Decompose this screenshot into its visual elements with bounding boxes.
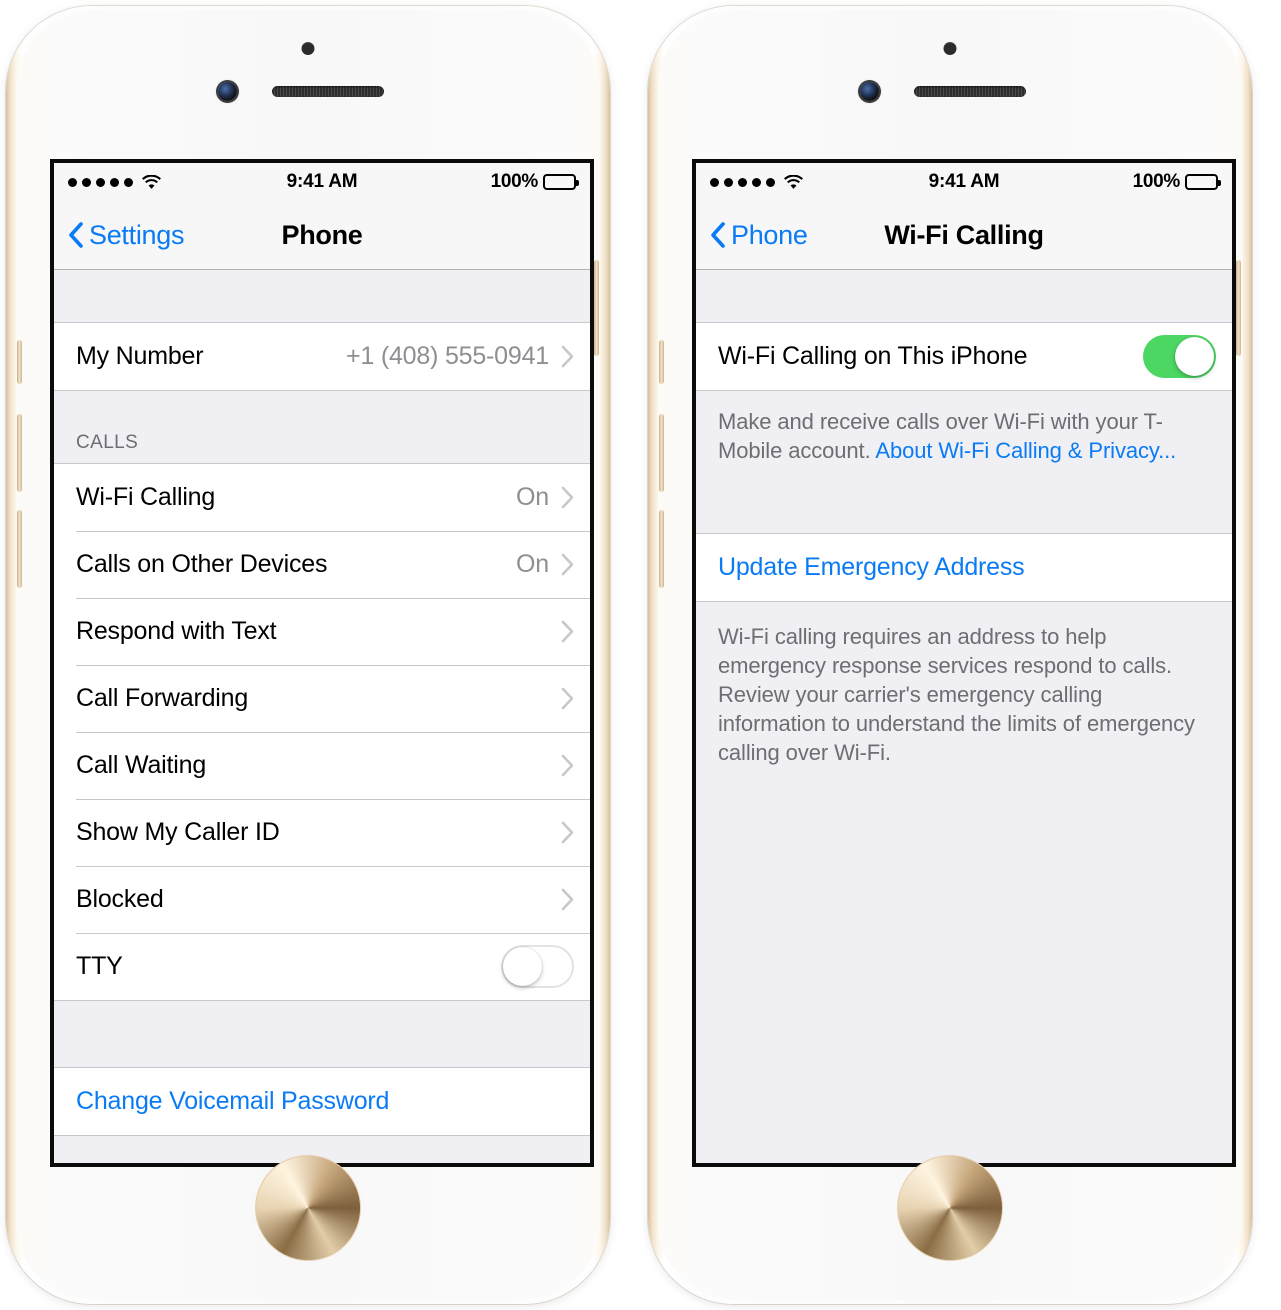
group-my-number: My Number +1 (408) 555-0941 <box>54 322 590 391</box>
volume-up-button-right[interactable] <box>659 414 664 492</box>
group-emergency-address: Update Emergency Address <box>696 533 1232 603</box>
home-button-right[interactable] <box>898 1156 1002 1260</box>
row-value: On <box>516 550 549 578</box>
back-button-settings[interactable]: Settings <box>54 220 184 251</box>
screenshot-stage: 9:41 AM 100% Settings Phone My Number +1… <box>0 0 1281 1310</box>
row-label: Wi-Fi Calling on This iPhone <box>718 342 1028 370</box>
battery-percent-label: 100% <box>490 171 539 192</box>
tty-toggle[interactable] <box>501 945 574 988</box>
row-respond-with-text[interactable]: Respond with Text <box>54 598 590 665</box>
row-value: On <box>516 483 549 511</box>
chevron-right-icon <box>561 687 574 710</box>
row-update-emergency-address[interactable]: Update Emergency Address <box>696 534 1232 602</box>
chevron-right-icon <box>561 888 574 911</box>
row-label: Respond with Text <box>76 617 277 645</box>
home-button-left[interactable] <box>256 1156 360 1260</box>
spacer-before-emergency-address <box>696 485 1232 534</box>
navigation-bar-left: Settings Phone <box>54 201 590 270</box>
phone-screen-right: 9:41 AM 100% Phone Wi-Fi Calling Wi-Fi C… <box>692 159 1236 1167</box>
power-button-left[interactable] <box>594 260 599 356</box>
volume-down-button-left[interactable] <box>17 510 22 588</box>
chevron-left-icon <box>711 222 725 248</box>
front-camera-icon <box>218 82 237 101</box>
row-value: +1 (408) 555-0941 <box>345 342 549 370</box>
row-label: My Number <box>76 342 204 370</box>
row-label: Call Forwarding <box>76 684 249 712</box>
row-label: Wi-Fi Calling <box>76 483 216 511</box>
home-button-area-right <box>658 1150 1242 1300</box>
row-wifi-calling-on-this-iphone[interactable]: Wi-Fi Calling on This iPhone <box>696 323 1232 390</box>
footer-note-emergency-address: Wi-Fi calling requires an address to hel… <box>696 602 1232 788</box>
chevron-left-icon <box>69 222 83 248</box>
back-button-phone[interactable]: Phone <box>696 220 808 251</box>
row-calls-on-other-devices[interactable]: Calls on Other Devices On <box>54 531 590 598</box>
mute-switch-right[interactable] <box>659 340 664 384</box>
chevron-right-icon <box>561 486 574 509</box>
iphone-device-left: 9:41 AM 100% Settings Phone My Number +1… <box>6 6 610 1304</box>
volume-up-button-left[interactable] <box>17 414 22 492</box>
status-bar-right-cluster: 100% <box>1132 171 1221 193</box>
navigation-bar-right: Phone Wi-Fi Calling <box>696 201 1232 270</box>
battery-full-icon <box>543 174 579 190</box>
top-spacer-right <box>696 270 1232 322</box>
row-label: Call Waiting <box>76 751 207 779</box>
status-bar-right-cluster: 100% <box>490 171 579 193</box>
about-wifi-calling-privacy-link[interactable]: About Wi-Fi Calling & Privacy... <box>875 438 1176 463</box>
chevron-right-icon <box>561 345 574 368</box>
chevron-right-icon <box>561 754 574 777</box>
row-label: Update Emergency Address <box>718 553 1025 582</box>
row-wifi-calling[interactable]: Wi-Fi Calling On <box>54 464 590 531</box>
device-front-panel-right: 9:41 AM 100% Phone Wi-Fi Calling Wi-Fi C… <box>658 10 1242 1300</box>
phone-screen-left: 9:41 AM 100% Settings Phone My Number +1… <box>50 159 594 1167</box>
settings-list-left: My Number +1 (408) 555-0941 CALLS Wi-Fi … <box>54 270 590 1163</box>
spacer-before-voicemail <box>54 1001 590 1067</box>
row-call-waiting[interactable]: Call Waiting <box>54 732 590 799</box>
group-calls: Wi-Fi Calling On Calls on Other Devices … <box>54 463 590 1001</box>
chevron-right-icon <box>561 821 574 844</box>
back-button-label: Phone <box>731 219 808 250</box>
power-button-right[interactable] <box>1236 260 1241 356</box>
home-button-area-left <box>16 1150 600 1300</box>
section-header-calls: CALLS <box>54 391 590 463</box>
top-spacer-left <box>54 270 590 322</box>
chevron-right-icon <box>561 620 574 643</box>
back-button-label: Settings <box>89 219 185 250</box>
row-show-my-caller-id[interactable]: Show My Caller ID <box>54 799 590 866</box>
battery-full-icon <box>1185 174 1221 190</box>
row-tty[interactable]: TTY <box>54 933 590 1000</box>
group-wifi-calling-toggle: Wi-Fi Calling on This iPhone <box>696 322 1232 391</box>
proximity-sensor-icon <box>943 42 957 55</box>
row-label: Calls on Other Devices <box>76 550 328 578</box>
earpiece-speaker-icon <box>272 86 384 97</box>
status-bar-left: 9:41 AM 100% <box>54 163 590 201</box>
battery-percent-label: 100% <box>1132 171 1181 192</box>
row-label: Blocked <box>76 885 164 913</box>
group-voicemail: Change Voicemail Password <box>54 1067 590 1136</box>
wifi-calling-toggle[interactable] <box>1143 335 1216 378</box>
device-front-panel-left: 9:41 AM 100% Settings Phone My Number +1… <box>16 10 600 1300</box>
settings-list-right: Wi-Fi Calling on This iPhone Make and re… <box>696 270 1232 1163</box>
volume-down-button-right[interactable] <box>659 510 664 588</box>
proximity-sensor-icon <box>301 42 315 55</box>
mute-switch-left[interactable] <box>17 340 22 384</box>
row-label: Show My Caller ID <box>76 818 280 846</box>
front-camera-icon <box>860 82 879 101</box>
chevron-right-icon <box>561 553 574 576</box>
footer-note-wifi-calling: Make and receive calls over Wi-Fi with y… <box>696 391 1232 486</box>
earpiece-speaker-icon <box>914 86 1026 97</box>
row-my-number[interactable]: My Number +1 (408) 555-0941 <box>54 323 590 390</box>
row-call-forwarding[interactable]: Call Forwarding <box>54 665 590 732</box>
row-label: Change Voicemail Password <box>76 1087 390 1115</box>
status-bar-right: 9:41 AM 100% <box>696 163 1232 201</box>
row-blocked[interactable]: Blocked <box>54 866 590 933</box>
row-label: TTY <box>76 952 123 980</box>
iphone-device-right: 9:41 AM 100% Phone Wi-Fi Calling Wi-Fi C… <box>648 6 1252 1304</box>
row-change-voicemail-password[interactable]: Change Voicemail Password <box>54 1068 590 1135</box>
